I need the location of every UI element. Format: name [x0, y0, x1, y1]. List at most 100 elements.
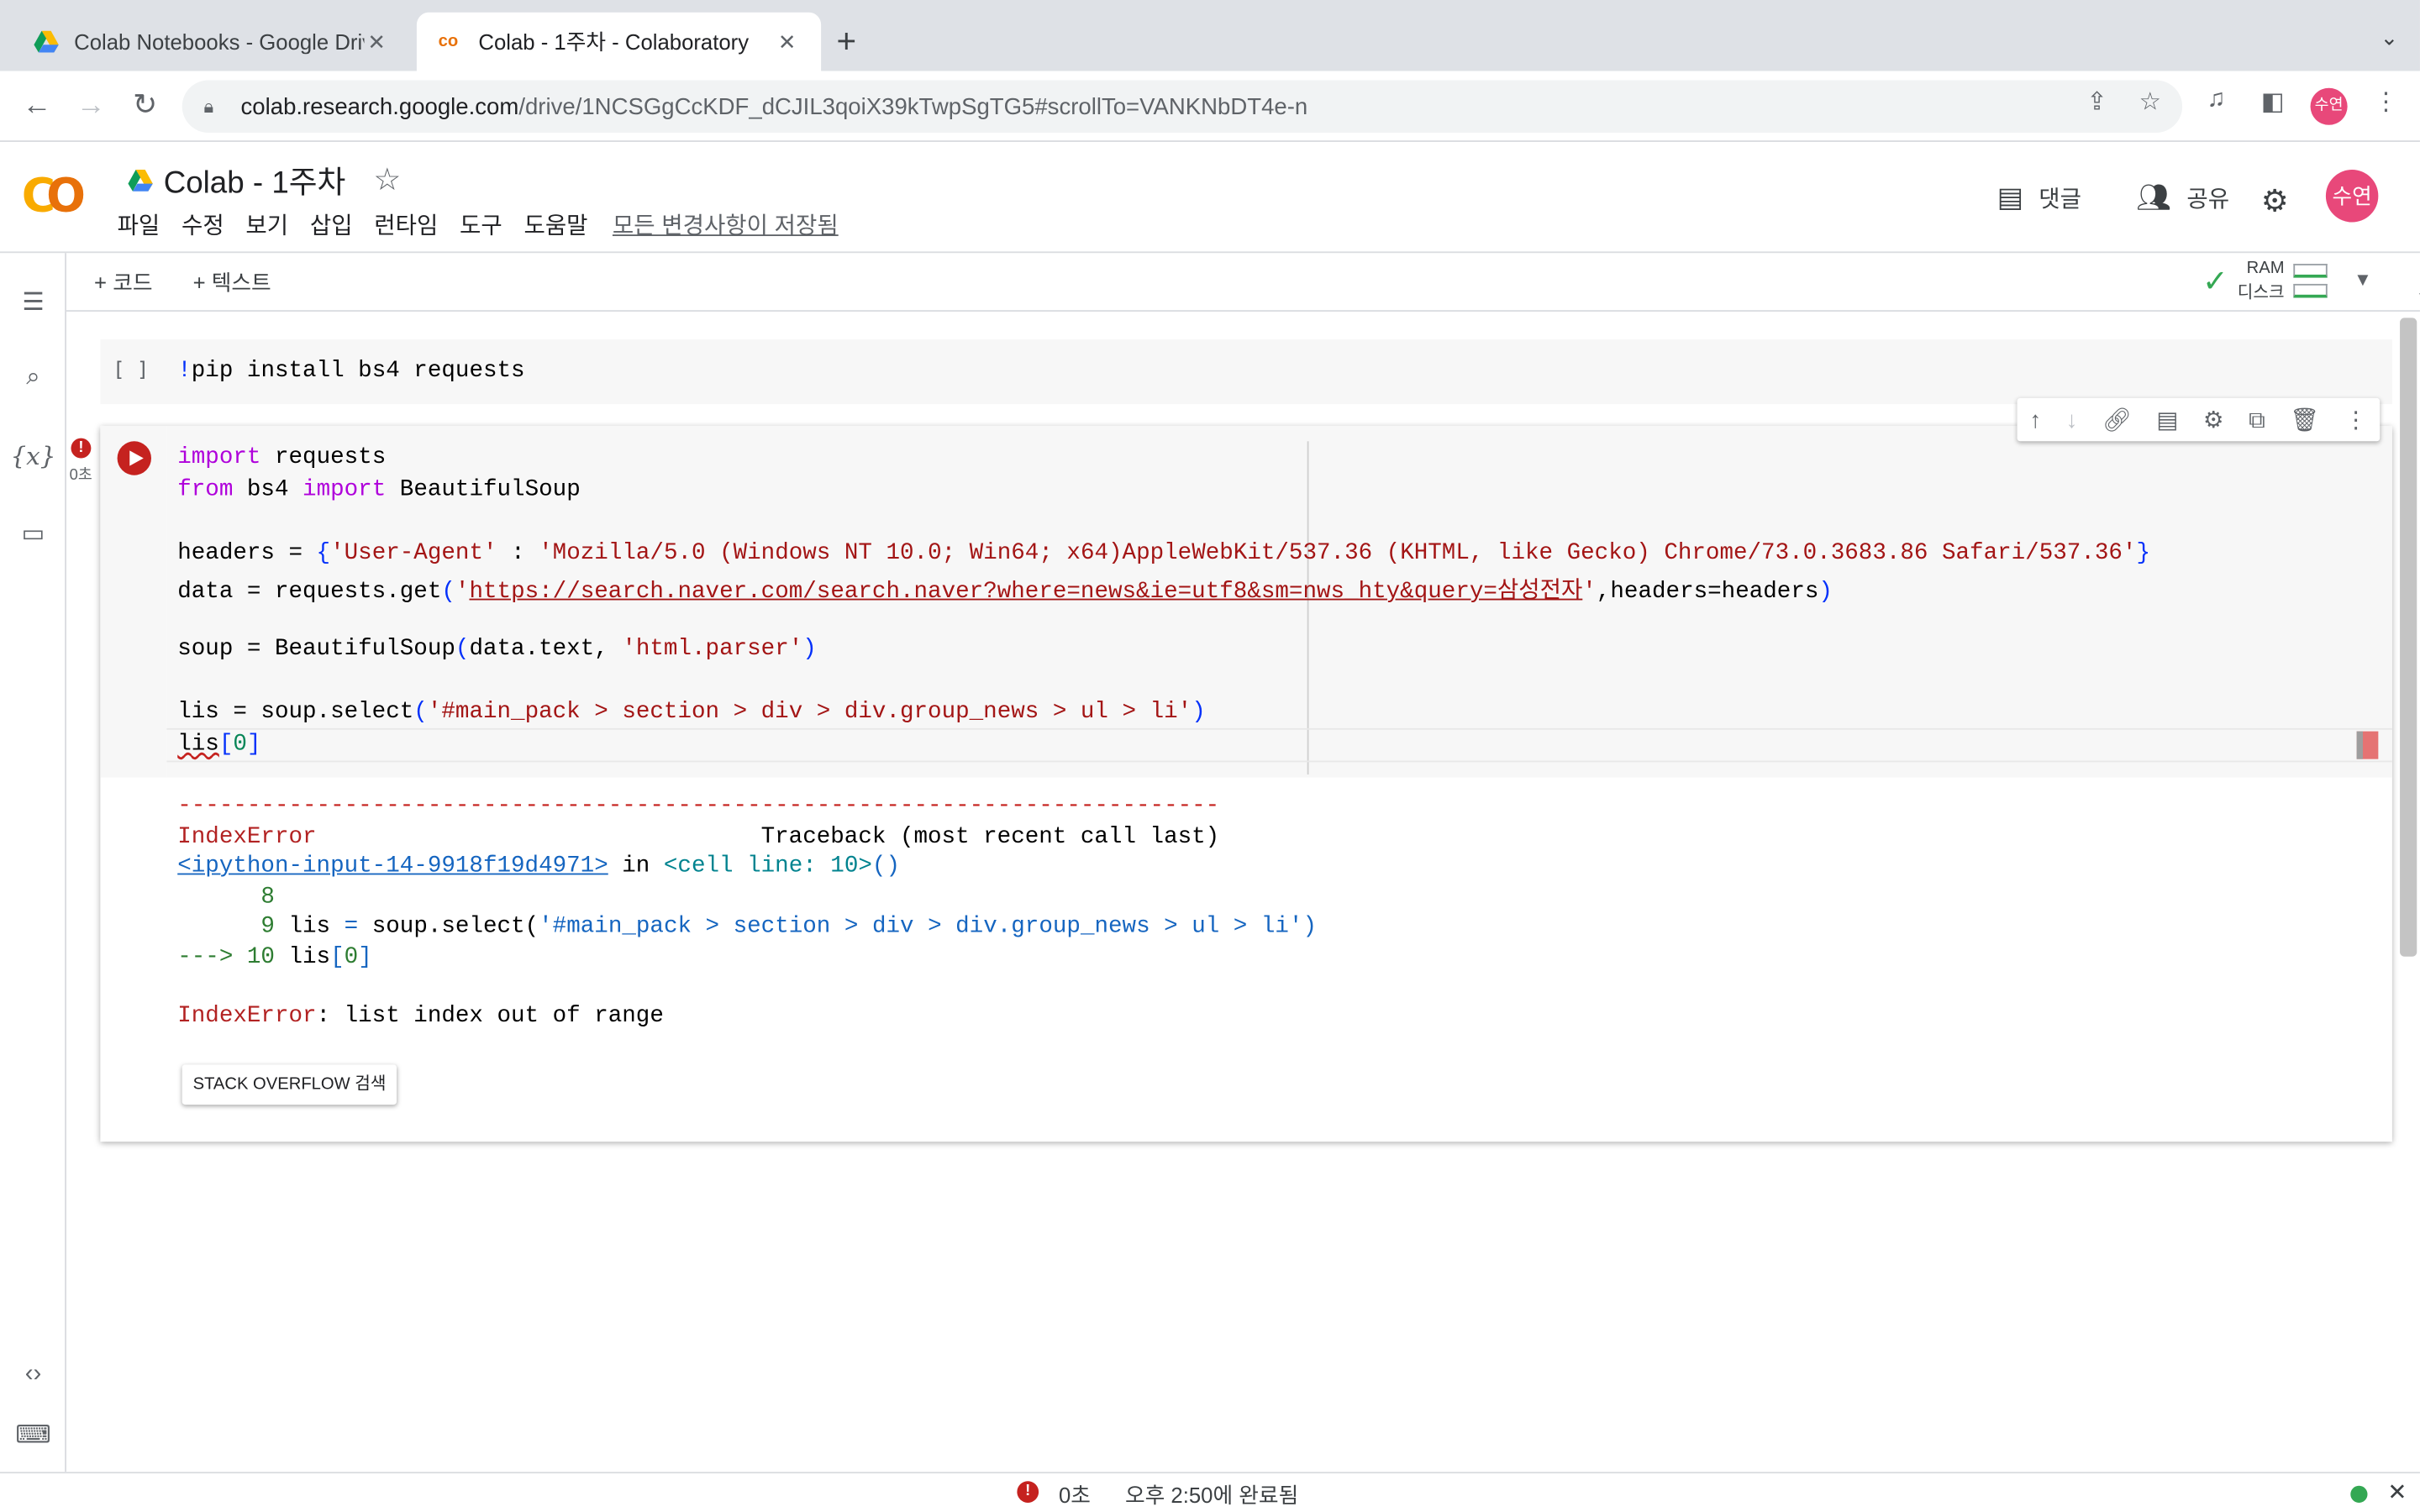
more-vert-icon[interactable]: ⋮	[2374, 87, 2398, 118]
dropdown-arrow-icon[interactable]: ▼	[2354, 269, 2372, 291]
ipython-input-link[interactable]: <ipython-input-14-9918f19d4971>	[177, 853, 608, 879]
menu-runtime[interactable]: 런타임	[374, 208, 438, 241]
browser-profile-avatar[interactable]: 수연	[2310, 87, 2348, 125]
delete-icon[interactable]: 🗑︎	[2290, 406, 2319, 433]
add-text-button[interactable]: + 텍스트	[193, 267, 271, 298]
arrow-down-icon[interactable]: ↓	[2066, 407, 2078, 433]
arrow-up-icon[interactable]: ↑	[2029, 407, 2041, 433]
colab-favicon-icon: co	[438, 32, 459, 51]
close-icon[interactable]: ✕	[364, 29, 388, 55]
variables-icon[interactable]: {x}	[0, 441, 66, 470]
cell-actions-toolbar: ↑ ↓ 🔗︎ ▤ ⚙ ⧉ 🗑︎ ⋮	[2017, 397, 2381, 442]
resource-monitor[interactable]: ✓ RAM 디스크	[2202, 256, 2328, 306]
code-snippets-icon[interactable]: ‹›	[0, 1361, 66, 1389]
code-line-9: lis = soup.select('#main_pack > section …	[177, 699, 1206, 726]
error-marker	[2356, 731, 2379, 759]
close-icon[interactable]: ✕	[775, 29, 799, 55]
share-page-icon[interactable]: ⇪	[2086, 87, 2107, 118]
exec-time: 0초	[69, 467, 92, 485]
share-button[interactable]: 👥︎ 공유	[2136, 182, 2229, 215]
colab-logo[interactable]: CO	[22, 170, 86, 223]
tab-title: Colab - 1주차 - Colaboratory	[478, 29, 750, 55]
status-bar: ! 0초 오후 2:50에 완료됨 ✕	[0, 1472, 2420, 1512]
menu-edit[interactable]: 수정	[182, 208, 224, 241]
folder-icon[interactable]: ▭	[0, 518, 66, 549]
notebook-toolbar: + 코드 + 텍스트 ✓ RAM 디스크 ▼ ︿	[66, 253, 2420, 312]
output-error-message: IndexError: list index out of range	[177, 1002, 664, 1030]
comment-icon: ▤	[1996, 181, 2023, 213]
menu-file[interactable]: 파일	[118, 208, 160, 241]
mirror-cell-icon[interactable]: ⧉	[2249, 407, 2265, 433]
tab-colab-1week[interactable]: co Colab - 1주차 - Colaboratory ✕	[416, 12, 822, 71]
cell-exec-count: [ ]	[113, 359, 150, 383]
address-bar[interactable]: 🔒︎ colab.research.google.com/drive/1NCSG…	[182, 80, 2183, 133]
google-drive-icon	[34, 30, 59, 53]
close-icon[interactable]: ✕	[2387, 1478, 2407, 1505]
add-code-button[interactable]: + 코드	[94, 267, 152, 298]
side-panel-icon[interactable]: ◧	[2261, 87, 2285, 118]
new-tab-icon[interactable]: +	[836, 22, 856, 62]
cell-gutter	[100, 425, 167, 778]
url-host: colab.research.google.com	[240, 93, 519, 120]
menu-tools[interactable]: 도구	[460, 208, 502, 241]
output-header: IndexError Traceback (most recent call l…	[177, 823, 1220, 851]
left-sidebar: ☰ ⌕ {x} ▭ ‹› ⌨	[0, 253, 66, 1473]
search-icon[interactable]: ⌕	[0, 364, 66, 391]
code-cell-1[interactable]: [ ] !pip install bs4 requests	[100, 339, 2392, 405]
code-url-link[interactable]: https://search.naver.com/search.naver?wh…	[469, 579, 1582, 605]
comment-label: 댓글	[2039, 186, 2082, 213]
ram-bar	[2293, 264, 2328, 278]
menu-view[interactable]: 보기	[245, 208, 288, 241]
more-vert-icon[interactable]: ⋮	[2344, 406, 2368, 433]
code-line-1: import requests	[177, 444, 387, 471]
forward-icon[interactable]: →	[74, 90, 108, 123]
tab-title: Colab Notebooks - Google Driv	[74, 29, 365, 55]
star-icon[interactable]: ☆	[373, 160, 401, 199]
colab-header: CO Colab - 1주차 ☆ 파일 수정 보기 삽입 런타임 도구 도움말 …	[0, 142, 2420, 254]
browser-tabstrip: Colab Notebooks - Google Driv ✕ co Colab…	[0, 0, 2420, 71]
people-icon: 👥︎	[2135, 181, 2171, 213]
code-cell-2[interactable]: import requests from bs4 import Beautifu…	[100, 425, 2392, 1142]
chevron-down-icon[interactable]: ⌄	[2381, 24, 2399, 50]
check-icon: ✓	[2202, 264, 2228, 299]
gear-icon[interactable]: ⚙	[2203, 406, 2224, 433]
code-line-4: headers = {'User-Agent' : 'Mozilla/5.0 (…	[177, 539, 2151, 567]
disk-label: 디스크	[2237, 283, 2285, 302]
link-icon[interactable]: 🔗︎	[2102, 406, 2132, 433]
status-dot	[2350, 1485, 2368, 1503]
url-path: /drive/1NCSGgCcKDF_dCJIL3qoiX39kTwpSgTG5…	[518, 93, 1308, 120]
output-line-10: ---> 10 lis[0]	[177, 944, 372, 971]
notebook-title[interactable]: Colab - 1주차	[164, 157, 346, 202]
error-icon: !	[71, 438, 92, 459]
code-line-7: soup = BeautifulSoup(data.text, 'html.pa…	[177, 635, 817, 662]
cell-code[interactable]: !pip install bs4 requests	[177, 358, 524, 384]
comment-icon[interactable]: ▤	[2156, 406, 2178, 433]
terminal-icon[interactable]: ⌨	[0, 1420, 66, 1451]
bookmark-star-icon[interactable]: ☆	[2139, 87, 2161, 118]
menu-insert[interactable]: 삽입	[310, 208, 353, 241]
output-dashes: ----------------------------------------…	[177, 793, 1220, 820]
status-exec-time: 0초	[1058, 1483, 1091, 1508]
error-icon: !	[1017, 1481, 1039, 1503]
comment-button[interactable]: ▤ 댓글	[1997, 182, 2081, 215]
menu-help[interactable]: 도움말	[523, 208, 587, 241]
ruler-line	[1307, 441, 1309, 775]
code-line-10: lis[0]	[177, 731, 261, 758]
browser-toolbar: ← → ↻ 🔒︎ colab.research.google.com/drive…	[0, 71, 2420, 142]
back-icon[interactable]: ←	[20, 90, 54, 123]
toc-list-icon[interactable]: ☰	[0, 287, 66, 318]
menu-bar: 파일 수정 보기 삽입 런타임 도구 도움말 모든 변경사항이 저장됨	[118, 208, 860, 241]
saved-status[interactable]: 모든 변경사항이 저장됨	[613, 208, 839, 241]
disk-bar	[2293, 283, 2328, 298]
reload-icon[interactable]: ↻	[128, 90, 161, 123]
run-cell-button[interactable]	[117, 441, 151, 475]
lock-icon: 🔒︎	[203, 94, 214, 117]
output-line-8: 8	[177, 884, 275, 911]
stack-overflow-search-button[interactable]: STACK OVERFLOW 검색	[182, 1064, 397, 1105]
scrollbar[interactable]	[2400, 318, 2417, 957]
avatar[interactable]: 수연	[2325, 170, 2379, 223]
status-completed: 오후 2:50에 완료됨	[1124, 1483, 1299, 1508]
media-control-icon[interactable]: ♫	[2207, 87, 2225, 114]
tab-colab-notebooks[interactable]: Colab Notebooks - Google Driv ✕	[13, 13, 411, 71]
settings-gear-icon[interactable]: ⚙	[2261, 182, 2289, 221]
